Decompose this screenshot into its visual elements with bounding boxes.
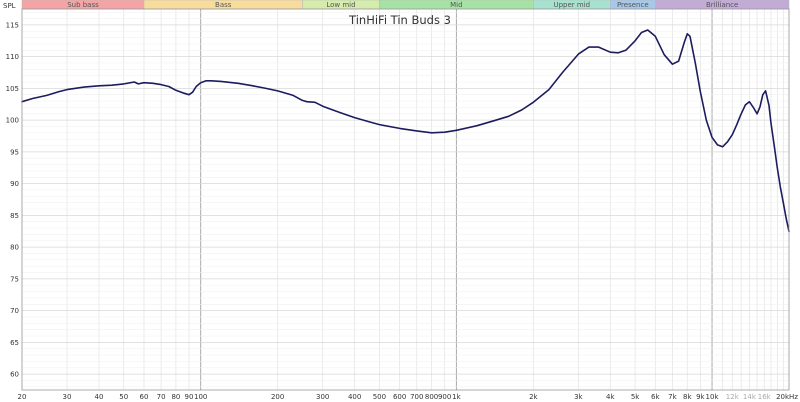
band-label-4: Upper mid bbox=[553, 1, 590, 9]
x-tick-label: 16k bbox=[758, 393, 772, 401]
y-tick-label: 80 bbox=[10, 244, 19, 252]
band-label-2: Low mid bbox=[326, 1, 355, 9]
x-tick-label: 7k bbox=[668, 393, 677, 401]
x-tick-label: 14k bbox=[743, 393, 757, 401]
x-tick-label: 40 bbox=[95, 393, 104, 401]
x-tick-label: 6k bbox=[651, 393, 660, 401]
y-tick-label: 115 bbox=[6, 21, 19, 29]
x-tick-label: 200 bbox=[271, 393, 284, 401]
x-tick-label: 300 bbox=[316, 393, 329, 401]
y-tick-label: 95 bbox=[10, 148, 19, 156]
x-tick-label: 20 bbox=[18, 393, 27, 401]
band-label-3: Mid bbox=[450, 1, 462, 9]
y-tick-label: 60 bbox=[10, 371, 19, 379]
band-strip: Sub bass Bass Low mid Mid Upper mid Presence B… bbox=[21, 0, 790, 10]
y-tick-label: 110 bbox=[6, 53, 19, 61]
y-tick-label: 90 bbox=[10, 180, 19, 188]
x-tick-label: 9k bbox=[696, 393, 705, 401]
y-tick-label: 75 bbox=[10, 275, 19, 283]
band-label-1: Bass bbox=[215, 1, 232, 9]
x-tick-label: 700 bbox=[410, 393, 423, 401]
x-tick-label: 4k bbox=[606, 393, 615, 401]
x-tick-label: 3k bbox=[574, 393, 583, 401]
x-tick-label: 10k bbox=[706, 393, 720, 401]
x-tick-label: 2k bbox=[529, 393, 538, 401]
y-tick-label: 105 bbox=[6, 85, 19, 93]
x-tick-label: 900 bbox=[438, 393, 451, 401]
x-tick-label: 5k bbox=[631, 393, 640, 401]
y-tick-label: 65 bbox=[10, 339, 19, 347]
x-tick-label: 600 bbox=[393, 393, 406, 401]
y-tick-label: 100 bbox=[6, 117, 19, 125]
y-axis-label: SPL bbox=[3, 2, 16, 10]
frequency-response-chart: Sub bass Bass Low mid Mid Upper mid Presence B… bbox=[0, 0, 800, 402]
y-tick-label: 85 bbox=[10, 212, 19, 220]
x-tick-label: 12k bbox=[726, 393, 740, 401]
x-tick-label: 8k bbox=[683, 393, 692, 401]
x-tick-label: 400 bbox=[348, 393, 361, 401]
chart-title: TinHiFi Tin Buds 3 bbox=[348, 13, 451, 27]
band-label-0: Sub bass bbox=[67, 1, 99, 9]
x-tick-label: 100 bbox=[194, 393, 207, 401]
x-tick-label: 70 bbox=[157, 393, 166, 401]
x-tick-label: 80 bbox=[171, 393, 180, 401]
x-tick-label: 1k bbox=[452, 393, 461, 401]
x-tick-label: 90 bbox=[185, 393, 194, 401]
band-label-6: Brilliance bbox=[706, 1, 738, 9]
x-tick-label: 50 bbox=[119, 393, 128, 401]
band-label-5: Presence bbox=[617, 1, 649, 9]
x-tick-label: 30 bbox=[63, 393, 72, 401]
y-tick-label: 70 bbox=[10, 307, 19, 315]
plot-area bbox=[22, 9, 789, 390]
x-tick-label: 20kHz bbox=[776, 393, 798, 401]
x-tick-label: 800 bbox=[425, 393, 438, 401]
x-tick-label: 60 bbox=[140, 393, 149, 401]
x-tick-label: 500 bbox=[373, 393, 386, 401]
